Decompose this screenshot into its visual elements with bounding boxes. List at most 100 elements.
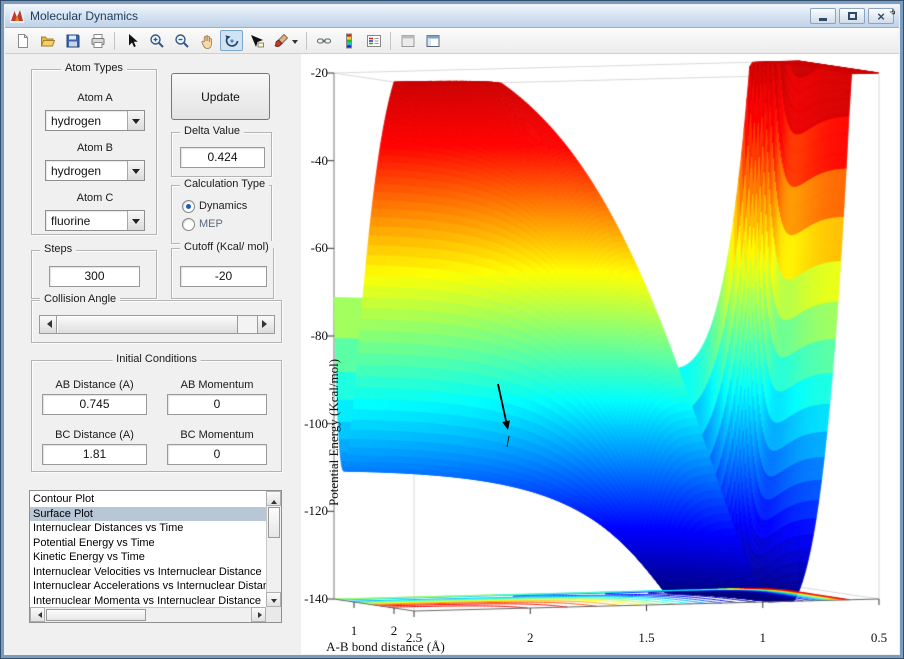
hide-plot-tools-button[interactable]	[396, 30, 419, 51]
collision-angle-slider[interactable]	[39, 315, 275, 334]
edit-pointer-button[interactable]	[120, 30, 143, 51]
bc-distance-label: BC Distance (A)	[55, 429, 134, 441]
scroll-right-icon[interactable]	[251, 607, 266, 622]
zoom-in-button[interactable]	[145, 30, 168, 51]
list-item[interactable]: Kinetic Energy vs Time	[30, 550, 266, 565]
slider-thumb[interactable]	[57, 316, 238, 333]
chevron-down-icon[interactable]	[127, 211, 144, 230]
bc-momentum-field[interactable]: 0	[167, 444, 267, 465]
minimize-button[interactable]	[810, 8, 836, 24]
new-figure-button[interactable]	[11, 30, 34, 51]
atom-a-label: Atom A	[77, 92, 113, 104]
vertical-scroll-thumb[interactable]	[268, 507, 280, 538]
list-item[interactable]: Contour Plot	[30, 492, 266, 507]
open-file-button[interactable]	[36, 30, 59, 51]
update-button[interactable]: Update	[171, 73, 270, 120]
y-tick-label: -40	[310, 152, 328, 168]
slider-left-arrow-icon[interactable]	[40, 316, 57, 333]
slider-track[interactable]	[238, 316, 257, 333]
vertical-scrollbar[interactable]	[266, 491, 281, 607]
window-title: Molecular Dynamics	[30, 9, 139, 23]
show-plot-tools-button[interactable]	[421, 30, 444, 51]
depth-axis-tick-label: 2	[390, 623, 398, 638]
list-item[interactable]: Internuclear Velocities vs Internuclear …	[30, 565, 266, 580]
brush-data-button[interactable]	[270, 30, 301, 51]
pan-button[interactable]	[195, 30, 218, 51]
rotate-3d-button[interactable]	[220, 30, 243, 51]
bc-distance-field[interactable]: 1.81	[42, 444, 147, 465]
steps-group: Steps 300	[31, 243, 157, 299]
toolbar-separator	[114, 31, 115, 50]
list-item[interactable]: Potential Energy vs Time	[30, 536, 266, 551]
list-item[interactable]: Surface Plot	[30, 506, 266, 521]
mep-radio-label: MEP	[199, 218, 223, 230]
save-figure-button[interactable]	[61, 30, 84, 51]
y-tick-label: -120	[304, 503, 328, 519]
app-icon	[10, 9, 24, 23]
listbox-items: Contour Plot Surface Plot Internuclear Dis…	[30, 492, 266, 607]
maximize-button[interactable]	[839, 8, 865, 24]
list-item[interactable]: Internuclear Distances vs Time	[30, 521, 266, 536]
calculation-type-group: Calculation Type Dynamics MEP	[171, 178, 272, 244]
dynamics-radio-label: Dynamics	[199, 200, 248, 212]
atom-a-value: hydrogen	[51, 114, 102, 128]
data-cursor-icon	[249, 33, 265, 49]
titlebar[interactable]: Molecular Dynamics ×	[5, 5, 899, 28]
maximize-icon	[847, 12, 857, 20]
atom-b-dropdown[interactable]: hydrogen	[45, 160, 145, 181]
horizontal-scrollbar[interactable]	[30, 607, 266, 622]
toolbar	[5, 28, 899, 54]
save-figure-icon	[65, 33, 81, 49]
insert-legend-button[interactable]	[362, 30, 385, 51]
hide-plot-tools-icon	[400, 33, 416, 49]
close-icon: ×	[877, 8, 885, 24]
list-item[interactable]: Internuclear Accelerations vs Internucle…	[30, 579, 266, 594]
zoom-out-button[interactable]	[170, 30, 193, 51]
new-figure-icon	[15, 33, 31, 49]
ab-momentum-field[interactable]: 0	[167, 394, 267, 415]
insert-colorbar-button[interactable]	[337, 30, 360, 51]
scroll-down-icon[interactable]	[266, 592, 281, 607]
cutoff-field[interactable]: -20	[180, 266, 267, 287]
chevron-down-icon[interactable]	[292, 40, 298, 47]
delta-value-field[interactable]: 0.424	[180, 147, 265, 168]
steps-field[interactable]: 300	[49, 266, 140, 287]
y-tick-label: -20	[310, 65, 328, 80]
atom-types-group: Atom Types Atom A hydrogen Atom B hydrog…	[31, 62, 157, 235]
scroll-up-icon[interactable]	[266, 491, 281, 506]
chevron-down-icon[interactable]	[127, 161, 144, 180]
steps-title: Steps	[40, 243, 77, 255]
ab-distance-field[interactable]: 0.745	[42, 394, 147, 415]
edit-pointer-icon	[124, 33, 140, 49]
atom-c-dropdown[interactable]: fluorine	[45, 210, 145, 231]
front-axis-tick-label: 0.5	[870, 630, 888, 645]
collision-angle-title: Collision Angle	[40, 293, 121, 305]
collision-angle-group: Collision Angle	[31, 293, 282, 343]
atom-c-value: fluorine	[51, 214, 91, 228]
list-item[interactable]: Internuclear Momenta vs Internuclear Dis…	[30, 594, 266, 608]
slider-right-arrow-icon[interactable]	[257, 316, 274, 333]
scroll-left-icon[interactable]	[30, 607, 45, 622]
front-axis-tick-label: 1.5	[638, 630, 655, 645]
zoom-out-icon	[174, 33, 190, 49]
print-figure-button[interactable]	[86, 30, 109, 51]
initial-conditions-title: Initial Conditions	[112, 353, 201, 365]
calculation-type-title: Calculation Type	[180, 178, 270, 190]
atom-a-dropdown[interactable]: hydrogen	[45, 110, 145, 131]
scrollbar-corner	[266, 607, 281, 622]
insert-legend-icon	[366, 33, 382, 49]
surface-plot-canvas[interactable]	[301, 54, 899, 654]
horizontal-scroll-thumb[interactable]	[46, 609, 146, 621]
print-figure-icon	[90, 33, 106, 49]
delta-value-group: Delta Value 0.424	[171, 125, 272, 177]
plot-type-listbox: Contour Plot Surface Plot Internuclear Dis…	[29, 490, 282, 623]
data-cursor-button[interactable]	[245, 30, 268, 51]
mep-radio[interactable]	[182, 218, 195, 231]
brush-data-icon	[273, 33, 289, 49]
link-plot-button[interactable]	[312, 30, 335, 51]
dynamics-radio[interactable]	[182, 200, 195, 213]
chevron-down-icon[interactable]	[127, 111, 144, 130]
ab-momentum-label: AB Momentum	[180, 379, 254, 391]
delta-value-title: Delta Value	[180, 125, 245, 137]
link-plot-icon	[316, 33, 332, 49]
